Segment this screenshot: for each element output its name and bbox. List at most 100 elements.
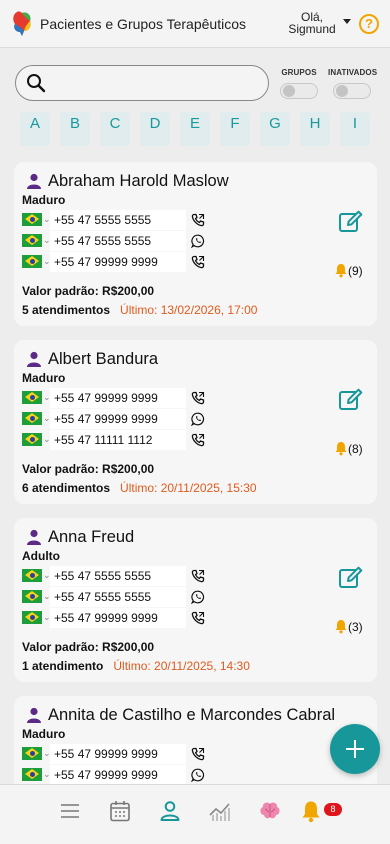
bell-icon <box>335 442 347 456</box>
phone-icon[interactable] <box>191 391 205 405</box>
notification-badge: 8 <box>324 803 342 816</box>
appointments-count: 1 atendimento <box>22 659 104 673</box>
alphabet-filter: A B C D E F G H I <box>0 112 390 146</box>
appointments-line: 5 atendimentos Último: 13/02/2026, 17:00 <box>22 303 257 317</box>
user-name: Sigmund <box>288 22 336 36</box>
whatsapp-icon[interactable] <box>191 412 205 426</box>
toggle-knob <box>283 85 295 97</box>
phone-row: ⌄ +55 47 11111 1112 <box>20 430 220 450</box>
phone-field[interactable]: +55 47 5555 5555 <box>50 210 186 230</box>
default-value: Valor padrão: R$200,00 <box>22 462 155 476</box>
whatsapp-icon[interactable] <box>191 234 205 248</box>
whatsapp-icon[interactable] <box>191 768 205 782</box>
calendar-icon[interactable] <box>108 799 132 823</box>
app-header: Pacientes e Grupos Terapêuticos Olá, Sig… <box>0 0 390 48</box>
letter-e-button[interactable]: E <box>180 112 210 146</box>
brain-icon[interactable] <box>258 799 282 823</box>
brazil-flag-icon[interactable] <box>22 255 42 268</box>
person-icon <box>27 529 41 545</box>
phone-field[interactable]: +55 47 11111 1112 <box>50 430 186 450</box>
patients-icon[interactable] <box>158 799 182 823</box>
brazil-flag-icon[interactable] <box>22 412 42 425</box>
app-title: Pacientes e Grupos Terapêuticos <box>40 16 246 32</box>
letter-h-button[interactable]: H <box>300 112 330 146</box>
phone-row: ⌄ +55 47 5555 5555 <box>20 587 220 607</box>
person-icon <box>27 173 41 189</box>
brazil-flag-icon[interactable] <box>22 611 42 624</box>
phone-field[interactable]: +55 47 5555 5555 <box>50 587 186 607</box>
phone-field[interactable]: +55 47 5555 5555 <box>50 566 186 586</box>
brazil-flag-icon[interactable] <box>22 569 42 582</box>
letter-b-button[interactable]: B <box>60 112 90 146</box>
letter-a-button[interactable]: A <box>20 112 50 146</box>
grupos-label: GRUPOS <box>281 68 317 77</box>
bell-icon <box>335 620 347 634</box>
phone-field[interactable]: +55 47 99999 9999 <box>50 744 186 764</box>
letter-g-button[interactable]: G <box>260 112 290 146</box>
default-value: Valor padrão: R$200,00 <box>22 640 155 654</box>
search-icon <box>27 74 46 93</box>
letter-d-button[interactable]: D <box>140 112 170 146</box>
notifications-indicator[interactable]: (8) <box>334 441 363 456</box>
appointments-line: 6 atendimentos Último: 20/11/2025, 15:30 <box>22 481 257 495</box>
brazil-flag-icon[interactable] <box>22 391 42 404</box>
whatsapp-icon[interactable] <box>191 590 205 604</box>
phone-icon[interactable] <box>191 255 205 269</box>
edit-icon[interactable] <box>338 208 364 234</box>
phone-row: ⌄ +55 47 5555 5555 <box>20 566 220 586</box>
patient-name: Annita de Castilho e Marcondes Cabral <box>48 706 336 724</box>
patient-card[interactable]: Abraham Harold Maslow Maduro ⌄ +55 47 55… <box>14 162 377 326</box>
inativados-label: INATIVADOS <box>328 68 378 77</box>
phone-field[interactable]: +55 47 99999 9999 <box>50 388 186 408</box>
user-menu[interactable]: Olá, Sigmund <box>286 11 338 35</box>
brazil-flag-icon[interactable] <box>22 590 42 603</box>
letter-f-button[interactable]: F <box>220 112 250 146</box>
phone-field[interactable]: +55 47 99999 9999 <box>50 409 186 429</box>
notification-count: (9) <box>348 264 363 278</box>
patient-name: Anna Freud <box>48 528 135 546</box>
caret-down-icon[interactable] <box>343 19 351 24</box>
bell-icon[interactable] <box>299 799 323 823</box>
phone-icon[interactable] <box>191 569 205 583</box>
edit-icon[interactable] <box>338 564 364 590</box>
phone-field[interactable]: +55 47 99999 9999 <box>50 252 186 272</box>
chart-icon[interactable] <box>208 799 232 823</box>
add-patient-button[interactable] <box>330 724 380 774</box>
patient-category: Maduro <box>22 371 66 385</box>
edit-icon[interactable] <box>338 386 364 412</box>
menu-icon[interactable] <box>58 799 82 823</box>
phone-field[interactable]: +55 47 99999 9999 <box>50 608 186 628</box>
brazil-flag-icon[interactable] <box>22 213 42 226</box>
person-icon <box>27 351 41 367</box>
phone-field[interactable]: +55 47 99999 9999 <box>50 765 186 785</box>
app-logo <box>13 11 31 36</box>
last-appointment: Último: 13/02/2026, 17:00 <box>120 303 258 317</box>
brazil-flag-icon[interactable] <box>22 747 42 760</box>
patient-category: Adulto <box>22 549 60 563</box>
help-icon[interactable]: ? <box>359 14 379 34</box>
notifications-indicator[interactable]: (3) <box>334 619 363 634</box>
notifications-indicator[interactable]: (9) <box>334 263 363 278</box>
brazil-flag-icon[interactable] <box>22 234 42 247</box>
patient-category: Maduro <box>22 193 66 207</box>
inativados-toggle[interactable] <box>333 83 371 99</box>
letter-i-button[interactable]: I <box>340 112 370 146</box>
brazil-flag-icon[interactable] <box>22 433 42 446</box>
phone-icon[interactable] <box>191 611 205 625</box>
phone-icon[interactable] <box>191 747 205 761</box>
phone-icon[interactable] <box>191 213 205 227</box>
patient-card[interactable]: Anna Freud Adulto ⌄ +55 47 5555 5555 ⌄ +… <box>14 518 377 682</box>
inativados-toggle-group: INATIVADOS <box>328 68 378 99</box>
phone-row: ⌄ +55 47 99999 9999 <box>20 744 220 764</box>
letter-c-button[interactable]: C <box>100 112 130 146</box>
phone-row: ⌄ +55 47 99999 9999 <box>20 765 220 785</box>
grupos-toggle[interactable] <box>280 83 318 99</box>
last-appointment: Último: 20/11/2025, 15:30 <box>120 481 257 495</box>
phone-icon[interactable] <box>191 433 205 447</box>
search-input[interactable] <box>15 65 269 101</box>
patient-name: Albert Bandura <box>48 350 159 368</box>
brazil-flag-icon[interactable] <box>22 768 42 781</box>
phone-field[interactable]: +55 47 5555 5555 <box>50 231 186 251</box>
patient-card[interactable]: Albert Bandura Maduro ⌄ +55 47 99999 999… <box>14 340 377 504</box>
bottom-nav: 8 <box>0 784 390 844</box>
